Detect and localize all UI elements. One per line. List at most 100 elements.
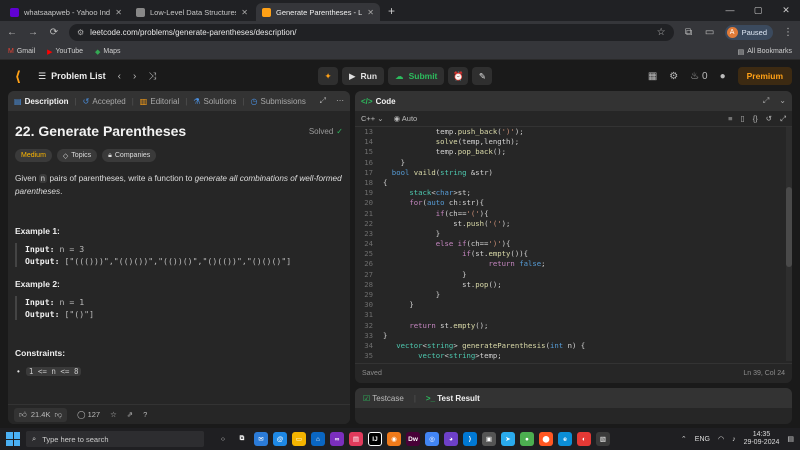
task-view-icon[interactable]: ⧉ [235,432,249,446]
problem-list-button[interactable]: ☰ Problem List [38,71,106,82]
bookmark-youtube[interactable]: ▶ YouTube [47,48,83,56]
volume-icon[interactable]: ♪ [732,436,736,443]
back-icon[interactable]: ← [6,27,18,38]
intellij-icon[interactable]: IJ [368,432,382,446]
browser-tab-yahoo[interactable]: whatsaapweb - Yahoo India Se ✕ [4,3,128,21]
scrollbar-thumb[interactable] [786,187,792,267]
language-select[interactable]: C++ ⌄ [361,114,384,123]
menu-icon[interactable]: ⋮ [782,27,794,38]
problem-title[interactable]: 22. Generate Parentheses [15,123,186,139]
browser-tab-lowlevel[interactable]: Low-Level Data Structures. ✕ [130,3,254,21]
windows-start-icon[interactable] [6,432,20,446]
fullscreen-icon[interactable]: ⤢ [780,114,786,124]
bookmark-icon[interactable]: ▯ [741,114,745,124]
topics-tag[interactable]: ◇ Topics [56,149,98,162]
format-icon[interactable]: ≡ [728,114,732,124]
reset-icon[interactable]: ↺ [766,114,772,124]
profile-button[interactable]: A Paused [724,25,773,40]
sidepanel-icon[interactable]: ▭ [704,27,716,38]
layout-icon[interactable]: ▦ [648,71,657,82]
like-button[interactable]: 👍︎ 21.4K 👎︎ [14,407,68,422]
cortana-icon[interactable]: ○ [216,432,230,446]
help-icon[interactable]: ? [143,410,147,419]
bookmark-maps[interactable]: ◆ Maps [95,48,121,56]
bookmark-star-icon[interactable]: ☆ [657,27,666,38]
tab-editorial[interactable]: ▥ Editorial [140,97,179,106]
more-icon[interactable]: ⋯ [336,96,344,106]
github-desktop-icon[interactable]: ◕ [444,432,458,446]
mail-icon[interactable]: ✉ [254,432,268,446]
file-explorer-icon[interactable]: ▭ [292,432,306,446]
streak-counter[interactable]: ♨ 0 [690,71,707,82]
thumbs-down-icon[interactable]: 👎︎ [54,410,62,420]
vscode-icon[interactable]: ⟩ [463,432,477,446]
tab-accepted[interactable]: ↺ Accepted [83,97,126,106]
notifications-icon[interactable]: ▤ [787,435,794,443]
clock[interactable]: 14:35 29-09-2024 [744,431,780,448]
timer-button[interactable]: ⏰ [448,67,469,85]
leetcode-logo-icon[interactable]: ⟨ [10,68,26,84]
edge-icon[interactable]: e [558,432,572,446]
editor-scrollbar[interactable] [786,127,792,361]
language-indicator[interactable]: ENG [695,436,710,443]
forward-icon[interactable]: → [27,27,39,38]
app-icon[interactable]: ▤ [349,432,363,446]
address-bar[interactable]: ⚙ leetcode.com/problems/generate-parenth… [69,24,674,41]
premium-button[interactable]: Premium [737,67,792,85]
tab-description[interactable]: ▤ Description [14,97,69,106]
maximize-panel-icon[interactable]: ⤢ [320,96,326,106]
shuffle-icon[interactable]: ⤨ [148,71,156,82]
debug-button[interactable]: ✦ [318,67,338,85]
output-value: ["()"] [64,309,95,319]
app-icon[interactable]: ▧ [596,432,610,446]
extensions-icon[interactable]: ⧉ [683,27,695,38]
minimize-panel-icon[interactable]: ⌄ [779,96,786,106]
dreamweaver-icon[interactable]: Dw [406,432,420,446]
close-icon[interactable]: ✕ [367,8,374,17]
close-window-icon[interactable]: ✕ [772,0,800,20]
notes-button[interactable]: ✎ [472,67,493,85]
minimize-icon[interactable]: — [716,0,744,20]
chrome-icon[interactable]: ◎ [425,432,439,446]
app-icon[interactable]: ⬤ [539,432,553,446]
maximize-panel-icon[interactable]: ⤢ [763,96,769,106]
tab-submissions[interactable]: ◷ Submissions [251,97,306,106]
app-icon[interactable]: ● [520,432,534,446]
comments-button[interactable]: ◯ 127 [77,410,100,419]
run-button[interactable]: ▶ Run [342,67,385,85]
settings-gear-icon[interactable]: ⚙ [669,71,678,82]
all-bookmarks[interactable]: ▤ All Bookmarks [738,48,792,56]
tab-testcase[interactable]: ☑ Testcase [363,394,404,403]
favorite-star-icon[interactable]: ☆ [110,410,117,419]
bookmark-gmail[interactable]: M Gmail [8,48,35,55]
next-problem-icon[interactable]: › [133,71,136,82]
prev-problem-icon[interactable]: ‹ [118,71,121,82]
store-icon[interactable]: ⌂ [311,432,325,446]
taskbar-search[interactable]: ⌕ Type here to search [26,431,204,447]
maximize-icon[interactable]: ▢ [744,0,772,20]
new-tab-button[interactable]: + [388,4,395,18]
reload-icon[interactable]: ⟳ [48,27,60,38]
app-icon[interactable]: ◐ [577,432,591,446]
companies-tag[interactable]: 🔒︎ Companies [102,149,157,162]
close-icon[interactable]: ✕ [241,8,248,17]
visual-studio-icon[interactable]: ∞ [330,432,344,446]
tab-code[interactable]: </> Code [361,97,396,106]
auto-mode[interactable]: ◉ Auto [394,114,418,123]
braces-icon[interactable]: {} [753,114,758,124]
browser-tab-leetcode[interactable]: Generate Parentheses - LeetCo ✕ [256,3,380,21]
close-icon[interactable]: ✕ [115,8,122,17]
share-icon[interactable]: ⇗ [127,410,133,419]
code-editor[interactable]: 13 temp.push_back(')'); 14 solve(temp,le… [355,127,785,361]
wifi-icon[interactable]: ◠ [718,435,724,443]
submit-button[interactable]: ☁ Submit [388,67,445,85]
app-icon[interactable]: ▣ [482,432,496,446]
tab-test-result[interactable]: >_ Test Result [426,394,480,403]
outlook-icon[interactable]: @ [273,432,287,446]
telegram-icon[interactable]: ➤ [501,432,515,446]
blender-icon[interactable]: ◉ [387,432,401,446]
site-info-icon[interactable]: ⚙ [77,28,84,37]
tab-solutions[interactable]: ⚗ Solutions [193,97,236,106]
chevron-up-icon[interactable]: ⌃ [681,435,687,443]
user-avatar-icon[interactable]: ● [720,71,726,82]
